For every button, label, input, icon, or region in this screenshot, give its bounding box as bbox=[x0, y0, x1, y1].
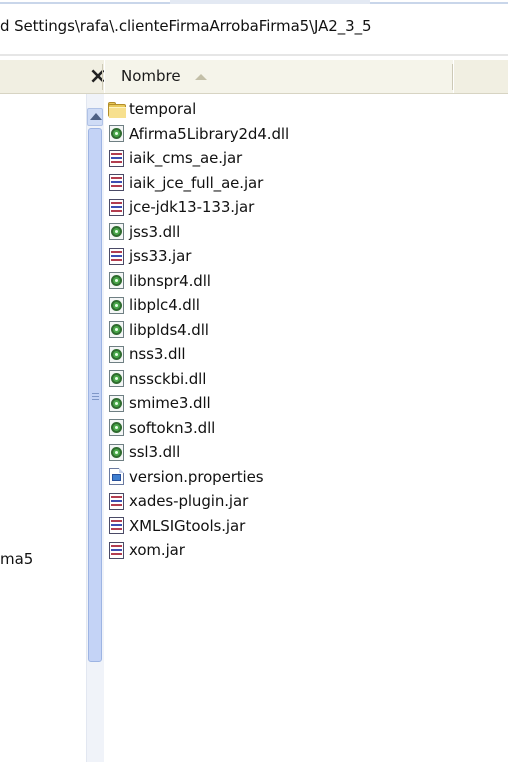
file-list-item[interactable]: jss3.dll bbox=[104, 220, 444, 244]
grip-line bbox=[92, 393, 99, 394]
file-name: iaik_jce_full_ae.jar bbox=[129, 173, 264, 192]
scroll-up-button[interactable] bbox=[87, 108, 103, 126]
address-bar-bottom-border bbox=[0, 54, 508, 56]
dll-icon bbox=[107, 320, 126, 339]
file-list-item[interactable]: ssl3.dll bbox=[104, 440, 444, 464]
jar-icon bbox=[107, 247, 126, 266]
dll-icon bbox=[107, 443, 126, 462]
file-list-item[interactable]: version.properties bbox=[104, 465, 444, 489]
grip-line bbox=[92, 399, 99, 400]
file-list-item[interactable]: xom.jar bbox=[104, 538, 444, 562]
column-header-row: × Nombre bbox=[0, 60, 508, 94]
jar-icon bbox=[107, 198, 126, 217]
address-path-text[interactable]: d Settings\rafa\.clienteFirmaArrobaFirma… bbox=[0, 17, 508, 41]
jar-icon bbox=[107, 173, 126, 192]
name-column-header[interactable]: Nombre bbox=[104, 60, 455, 93]
jar-icon bbox=[107, 149, 126, 168]
file-list-item[interactable]: nss3.dll bbox=[104, 342, 444, 366]
address-bar-highlight bbox=[170, 0, 370, 4]
grip-line bbox=[92, 396, 99, 397]
jar-icon bbox=[107, 516, 126, 535]
file-name: Afirma5Library2d4.dll bbox=[129, 124, 290, 143]
file-list-item[interactable]: temporal bbox=[104, 97, 444, 121]
dll-icon bbox=[107, 369, 126, 388]
folder-tree-pane: ma5 bbox=[0, 94, 86, 762]
file-list-item[interactable]: iaik_cms_ae.jar bbox=[104, 146, 444, 170]
file-list-item[interactable]: libplds4.dll bbox=[104, 318, 444, 342]
jar-icon bbox=[107, 492, 126, 511]
folder-icon bbox=[107, 100, 126, 119]
file-list-item[interactable]: jce-jdk13-133.jar bbox=[104, 195, 444, 219]
file-name: nss3.dll bbox=[129, 345, 186, 363]
address-bar[interactable]: d Settings\rafa\.clienteFirmaArrobaFirma… bbox=[0, 0, 508, 60]
file-name: libnspr4.dll bbox=[129, 271, 211, 290]
file-list-item[interactable]: xades-plugin.jar bbox=[104, 489, 444, 513]
file-list-item[interactable]: softokn3.dll bbox=[104, 416, 444, 440]
dll-icon bbox=[107, 124, 126, 143]
dll-icon bbox=[107, 296, 126, 315]
file-list-item[interactable]: iaik_jce_full_ae.jar bbox=[104, 171, 444, 195]
folder-tree-item[interactable]: ma5 bbox=[0, 550, 33, 568]
file-name: xom.jar bbox=[129, 541, 185, 559]
jar-icon bbox=[107, 541, 126, 560]
file-name: temporal bbox=[129, 100, 197, 118]
sort-ascending-arrow-icon bbox=[195, 74, 207, 80]
file-name: xades-plugin.jar bbox=[129, 492, 249, 510]
dll-icon bbox=[107, 222, 126, 241]
file-name: libplds4.dll bbox=[129, 320, 209, 339]
file-name: ssl3.dll bbox=[129, 443, 181, 461]
next-column-header[interactable] bbox=[453, 60, 508, 93]
file-list-item[interactable]: libnspr4.dll bbox=[104, 269, 444, 293]
file-name: jss33.jar bbox=[129, 247, 192, 265]
file-name: smime3.dll bbox=[129, 394, 211, 412]
file-name: iaik_cms_ae.jar bbox=[129, 149, 243, 167]
file-list-item[interactable]: Afirma5Library2d4.dll bbox=[104, 122, 444, 146]
file-name: jss3.dll bbox=[129, 222, 181, 241]
dll-icon bbox=[107, 418, 126, 437]
name-column-label: Nombre bbox=[121, 67, 181, 85]
file-list: temporal Afirma5Library2d4.dll iaik_cms_ae… bbox=[104, 94, 454, 762]
file-list-item[interactable]: smime3.dll bbox=[104, 391, 444, 415]
file-list-item[interactable]: nssckbi.dll bbox=[104, 367, 444, 391]
column-separator[interactable] bbox=[102, 64, 103, 90]
properties-file-icon bbox=[107, 467, 126, 486]
scrollbar-thumb[interactable] bbox=[88, 128, 102, 662]
file-name: softokn3.dll bbox=[129, 418, 216, 437]
dll-icon bbox=[107, 394, 126, 413]
file-list-item[interactable]: libplc4.dll bbox=[104, 293, 444, 317]
file-name: jce-jdk13-133.jar bbox=[129, 198, 255, 216]
dll-icon bbox=[107, 345, 126, 364]
dll-icon bbox=[107, 271, 126, 290]
file-list-item[interactable]: XMLSIGtools.jar bbox=[104, 514, 444, 538]
file-list-item[interactable]: jss33.jar bbox=[104, 244, 444, 268]
file-name: XMLSIGtools.jar bbox=[129, 516, 246, 535]
file-name: libplc4.dll bbox=[129, 296, 200, 314]
file-name: version.properties bbox=[129, 467, 264, 486]
file-name: nssckbi.dll bbox=[129, 369, 207, 388]
chevron-up-icon bbox=[90, 113, 102, 120]
